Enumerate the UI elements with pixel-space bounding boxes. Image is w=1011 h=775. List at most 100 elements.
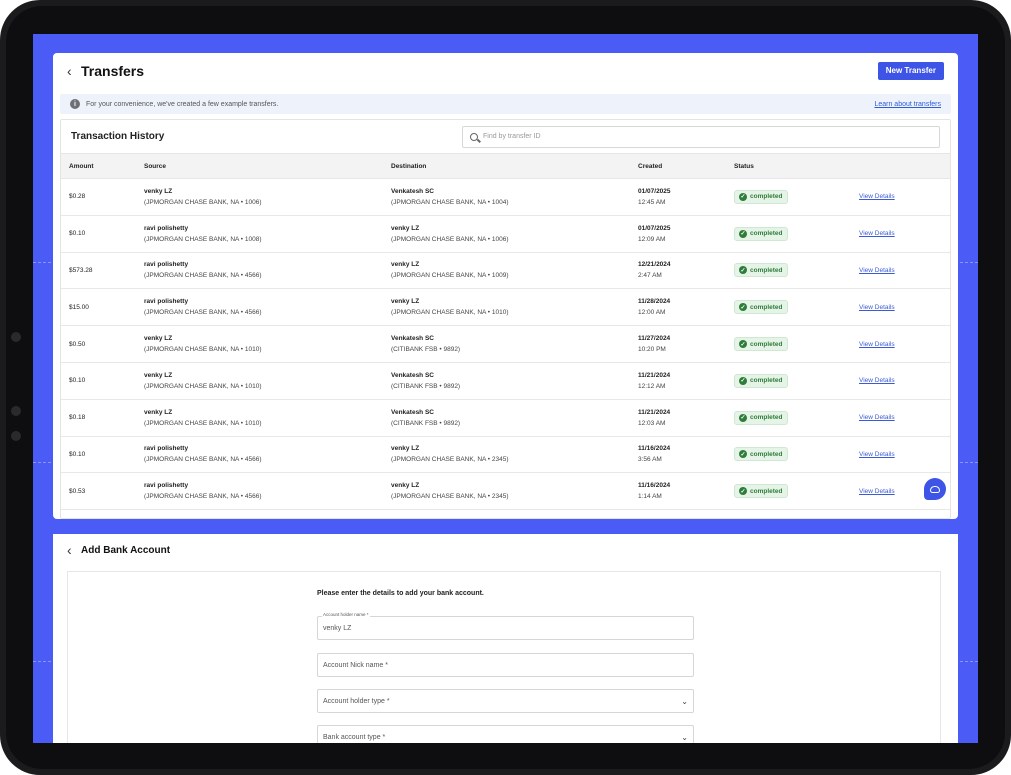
- side-button: [11, 406, 21, 416]
- status-text: completed: [750, 266, 783, 274]
- created-time: 12:09 AM: [638, 235, 666, 243]
- status-cell: ✓ completed: [734, 410, 859, 425]
- check-circle-icon: ✓: [739, 340, 747, 349]
- bank-account-type-select[interactable]: Bank account type * ⌄: [317, 725, 694, 743]
- destination-name: Venkatesh SC: [391, 371, 434, 379]
- status-text: completed: [750, 340, 783, 348]
- destination-cell: venky LZ (JPMORGAN CHASE BANK, NA • 2345): [391, 445, 638, 463]
- table-body: $0.28 venky LZ (JPMORGAN CHASE BANK, NA • …: [61, 179, 950, 511]
- view-details-link[interactable]: View Details: [859, 230, 949, 237]
- source-bank: (JPMORGAN CHASE BANK, NA • 4566): [144, 309, 262, 317]
- check-circle-icon: ✓: [739, 192, 747, 201]
- view-details-link[interactable]: View Details: [859, 341, 949, 348]
- source-cell: venky LZ (JPMORGAN CHASE BANK, NA • 1006): [144, 188, 391, 206]
- status-cell: ✓ completed: [734, 447, 859, 462]
- search-placeholder: Find by transfer ID: [483, 133, 541, 140]
- source-name: venky LZ: [144, 371, 173, 379]
- created-time: 12:12 AM: [638, 382, 666, 390]
- created-time: 12:03 AM: [638, 419, 666, 427]
- status-cell: ✓ completed: [734, 337, 859, 352]
- amount-cell: $0.10: [69, 450, 86, 458]
- amount-cell: $0.50: [69, 340, 86, 348]
- field-placeholder: Account Nick name *: [323, 661, 388, 669]
- destination-cell: Venkatesh SC (CITIBANK FSB • 9892): [391, 335, 638, 353]
- view-details-link[interactable]: View Details: [859, 193, 949, 200]
- status-badge: ✓ completed: [734, 410, 788, 425]
- status-text: completed: [750, 377, 783, 385]
- destination-name: Venkatesh SC: [391, 408, 434, 416]
- column-header: Destination: [391, 162, 427, 170]
- check-circle-icon: ✓: [739, 450, 747, 459]
- info-banner: i For your convenience, we've created a …: [60, 94, 951, 114]
- source-name: ravi polishetty: [144, 224, 189, 232]
- status-text: completed: [750, 193, 783, 201]
- back-arrow-icon[interactable]: ‹: [67, 63, 81, 79]
- source-bank: (JPMORGAN CHASE BANK, NA • 1006): [144, 198, 262, 206]
- amount-cell: $0.18: [69, 414, 86, 422]
- status-badge: ✓ completed: [734, 300, 788, 315]
- view-details-link[interactable]: View Details: [859, 414, 949, 421]
- info-icon: i: [70, 99, 80, 109]
- chevron-down-icon: ⌄: [681, 732, 688, 742]
- destination-name: venky LZ: [391, 261, 420, 269]
- table-row: $0.18 venky LZ (JPMORGAN CHASE BANK, NA • …: [61, 400, 950, 437]
- status-badge: ✓ completed: [734, 484, 788, 499]
- help-chat-button[interactable]: [924, 478, 946, 500]
- back-arrow-icon[interactable]: ‹: [67, 542, 81, 558]
- add-bank-account-panel: ‹ Add Bank Account Please enter the deta…: [53, 534, 958, 743]
- source-name: venky LZ: [144, 408, 173, 416]
- source-name: ravi polishetty: [144, 445, 189, 453]
- created-cell: 11/28/2024 12:00 AM: [638, 298, 734, 316]
- created-cell: 12/21/2024 2:47 AM: [638, 261, 734, 279]
- created-date: 11/16/2024: [638, 482, 671, 490]
- source-name: ravi polishetty: [144, 261, 189, 269]
- created-time: 3:56 AM: [638, 456, 662, 464]
- transaction-history-title: Transaction History: [71, 131, 165, 142]
- field-placeholder: Bank account type *: [323, 733, 386, 741]
- transfers-panel: ‹ Transfers New Transfer i For your conv…: [53, 53, 958, 519]
- status-text: completed: [750, 303, 783, 311]
- destination-bank: (JPMORGAN CHASE BANK, NA • 1004): [391, 198, 509, 206]
- source-name: ravi polishetty: [144, 298, 189, 306]
- amount-cell: $573.28: [69, 266, 93, 274]
- source-bank: (JPMORGAN CHASE BANK, NA • 1010): [144, 419, 262, 427]
- new-transfer-button[interactable]: New Transfer: [877, 61, 944, 80]
- table-row: $0.10 ravi polishetty (JPMORGAN CHASE BANK…: [61, 437, 950, 474]
- view-details-link[interactable]: View Details: [859, 377, 949, 384]
- table-row: $15.00 ravi polishetty (JPMORGAN CHASE BAN…: [61, 289, 950, 327]
- account-holder-type-select[interactable]: Account holder type * ⌄: [317, 689, 694, 713]
- source-cell: ravi polishetty (JPMORGAN CHASE BANK, NA …: [144, 225, 391, 243]
- learn-about-transfers-link[interactable]: Learn about transfers: [874, 101, 941, 108]
- source-bank: (JPMORGAN CHASE BANK, NA • 1010): [144, 382, 262, 390]
- account-holder-name-field[interactable]: Account holder name * venky LZ: [317, 612, 694, 640]
- search-input[interactable]: Find by transfer ID: [462, 125, 940, 148]
- table-row: $0.10 venky LZ (JPMORGAN CHASE BANK, NA • …: [61, 363, 950, 400]
- created-date: 11/21/2024: [638, 371, 671, 379]
- check-circle-icon: ✓: [739, 413, 747, 422]
- table-row: $0.50 venky LZ (JPMORGAN CHASE BANK, NA • …: [61, 326, 950, 363]
- table-row: $0.10 ravi polishetty (JPMORGAN CHASE BANK…: [61, 216, 950, 253]
- account-nick-name-field[interactable]: Account Nick name *: [317, 653, 694, 677]
- view-details-link[interactable]: View Details: [859, 451, 949, 458]
- add-bank-header: ‹ Add Bank Account: [53, 534, 958, 566]
- created-date: 11/21/2024: [638, 408, 671, 416]
- destination-bank: (JPMORGAN CHASE BANK, NA • 1010): [391, 309, 509, 317]
- amount-cell: $15.00: [69, 303, 89, 311]
- status-cell: ✓ completed: [734, 226, 859, 241]
- field-value: venky LZ: [323, 624, 352, 632]
- cloud-icon: [930, 485, 940, 493]
- view-details-link[interactable]: View Details: [859, 304, 949, 311]
- status-badge: ✓ completed: [734, 337, 788, 352]
- view-details-link[interactable]: View Details: [859, 267, 949, 274]
- status-badge: ✓ completed: [734, 447, 788, 462]
- table-row: $573.28 ravi polishetty (JPMORGAN CHASE BA…: [61, 253, 950, 290]
- destination-bank: (JPMORGAN CHASE BANK, NA • 2345): [391, 493, 509, 501]
- tablet-frame: ‹ Transfers New Transfer i For your conv…: [0, 0, 1011, 775]
- created-date: 01/07/2025: [638, 187, 671, 195]
- destination-name: Venkatesh SC: [391, 335, 434, 343]
- check-circle-icon: ✓: [739, 229, 747, 238]
- source-cell: venky LZ (JPMORGAN CHASE BANK, NA • 1010): [144, 335, 391, 353]
- column-header: Amount: [69, 162, 94, 170]
- created-date: 11/16/2024: [638, 445, 671, 453]
- status-cell: ✓ completed: [734, 373, 859, 388]
